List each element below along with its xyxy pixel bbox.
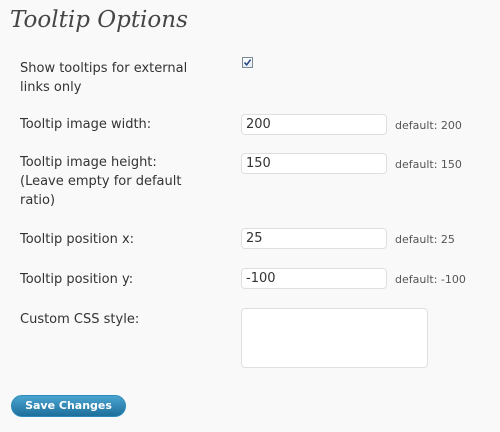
custom-css-label: Custom CSS style: [20, 312, 140, 327]
position-x-default: default: 25 [395, 233, 455, 246]
position-y-default: default: -100 [395, 273, 466, 286]
image-width-label: Tooltip image width: [20, 117, 152, 132]
position-x-input[interactable] [241, 228, 387, 249]
image-height-default: default: 150 [395, 158, 462, 171]
custom-css-textarea[interactable] [241, 308, 428, 368]
position-y-label: Tooltip position y: [20, 272, 134, 287]
external-only-label: Show tooltips for external links only [20, 61, 188, 95]
page-title: Tooltip Options [10, 7, 188, 33]
position-x-label: Tooltip position x: [20, 232, 135, 247]
save-changes-button[interactable]: Save Changes [11, 395, 126, 417]
position-y-input[interactable] [241, 268, 387, 289]
image-width-default: default: 200 [395, 119, 462, 132]
image-height-label: Tooltip image height: (Leave empty for d… [20, 155, 182, 208]
external-only-checkbox[interactable] [242, 57, 253, 68]
checkmark-icon [243, 59, 252, 66]
image-height-input[interactable] [241, 153, 387, 174]
image-width-input[interactable] [241, 114, 387, 135]
